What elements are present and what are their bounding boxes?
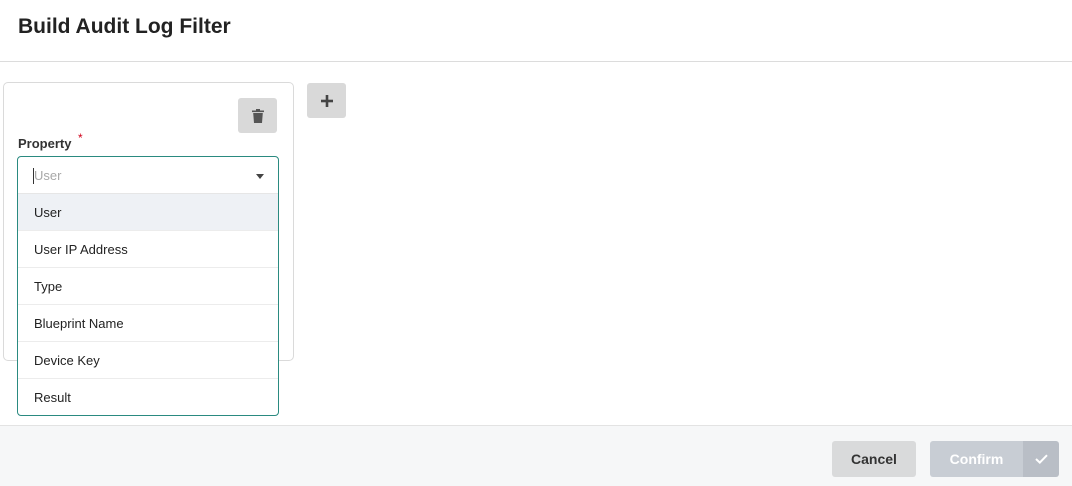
option-blueprint-name[interactable]: Blueprint Name (18, 305, 278, 342)
dialog-header: Build Audit Log Filter (0, 0, 1072, 62)
trash-icon (251, 108, 264, 123)
property-select-input[interactable] (34, 157, 244, 193)
chevron-down-icon[interactable] (256, 174, 264, 179)
property-options-menu: User User IP Address Type Blueprint Name… (18, 194, 278, 416)
property-select[interactable]: User User IP Address Type Blueprint Name… (17, 156, 279, 416)
check-icon (1023, 441, 1059, 477)
option-result[interactable]: Result (18, 379, 278, 416)
plus-icon (320, 94, 333, 107)
property-select-control[interactable] (18, 157, 278, 194)
option-user-ip-address[interactable]: User IP Address (18, 231, 278, 268)
option-user[interactable]: User (18, 194, 278, 231)
delete-filter-button[interactable] (238, 98, 277, 133)
dialog-footer: Cancel Confirm (0, 425, 1072, 486)
option-type[interactable]: Type (18, 268, 278, 305)
property-label: Property (18, 136, 72, 151)
confirm-button[interactable]: Confirm (930, 441, 1059, 477)
add-filter-button[interactable] (307, 83, 346, 118)
dialog-title: Build Audit Log Filter (18, 15, 231, 38)
confirm-button-label: Confirm (930, 441, 1023, 477)
build-audit-log-filter-dialog: Build Audit Log Filter Property * User U… (0, 0, 1072, 486)
cancel-button[interactable]: Cancel (832, 441, 916, 477)
option-device-key[interactable]: Device Key (18, 342, 278, 379)
required-indicator: * (78, 131, 83, 145)
